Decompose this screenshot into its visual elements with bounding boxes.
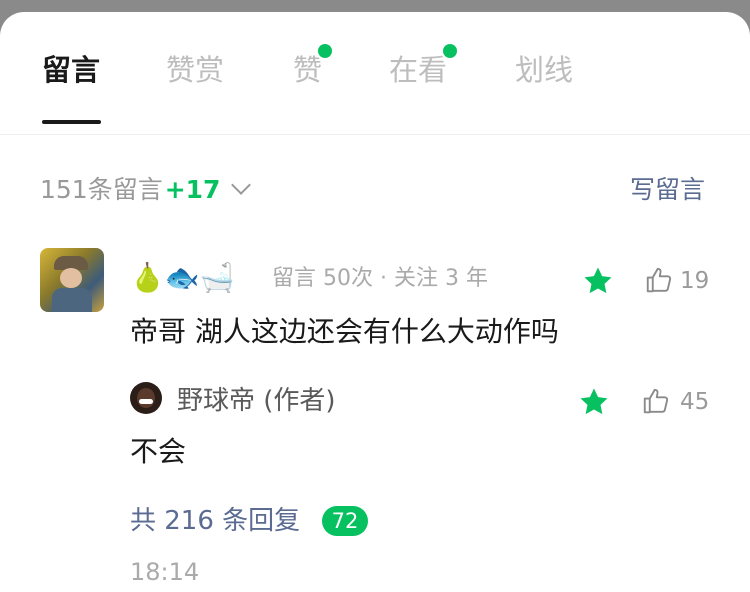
star-icon[interactable] — [581, 264, 615, 298]
tab-likes[interactable]: 赞 — [293, 44, 333, 90]
like-count: 45 — [680, 389, 710, 415]
reply-text: 不会 — [130, 435, 187, 468]
new-replies-badge: 72 — [322, 506, 368, 536]
thumbs-up-icon[interactable] — [641, 385, 671, 417]
view-replies-link[interactable]: 共 216 条回复 — [130, 502, 300, 540]
like-count: 19 — [680, 268, 710, 294]
write-comment-button[interactable]: 写留言 — [630, 172, 705, 208]
tab-messages[interactable]: 留言 — [42, 50, 100, 90]
new-dot — [443, 44, 458, 58]
tab-rewards[interactable]: 赞赏 — [166, 50, 224, 90]
active-tab-indicator — [42, 120, 101, 124]
divider — [0, 134, 750, 135]
tab-watching[interactable]: 在看 — [389, 44, 458, 90]
avatar[interactable] — [40, 248, 104, 312]
new-dot — [318, 44, 333, 58]
comment-count: 151条留言 — [40, 175, 163, 204]
comment-timestamp: 18:14 — [130, 558, 200, 586]
tab-bar: 留言 赞赏 赞 在看 划线 — [0, 12, 750, 124]
comments-panel: 留言 赞赏 赞 在看 划线 151条留言+17 写留言 🍐🐟🛁 留言 50次 ·… — [0, 12, 750, 592]
tab-likes-label: 赞 — [293, 53, 323, 87]
chevron-down-icon — [231, 175, 252, 195]
user-nickname-emojis: 🍐🐟🛁 — [130, 261, 235, 294]
thumbs-up-icon[interactable] — [644, 264, 674, 296]
tab-watching-label: 在看 — [389, 53, 448, 87]
author-avatar[interactable] — [130, 382, 162, 414]
star-icon[interactable] — [577, 385, 611, 419]
comment-meta: 留言 50次 · 关注 3 年 — [272, 266, 488, 291]
author-name: 野球帝 (作者) — [177, 386, 336, 416]
comment-count-toggle[interactable]: 151条留言+17 — [40, 172, 252, 208]
tab-highlights[interactable]: 划线 — [515, 50, 573, 90]
new-comment-count: +17 — [164, 175, 221, 204]
comment-text: 帝哥 湖人这边还会有什么大动作吗 — [130, 315, 559, 348]
